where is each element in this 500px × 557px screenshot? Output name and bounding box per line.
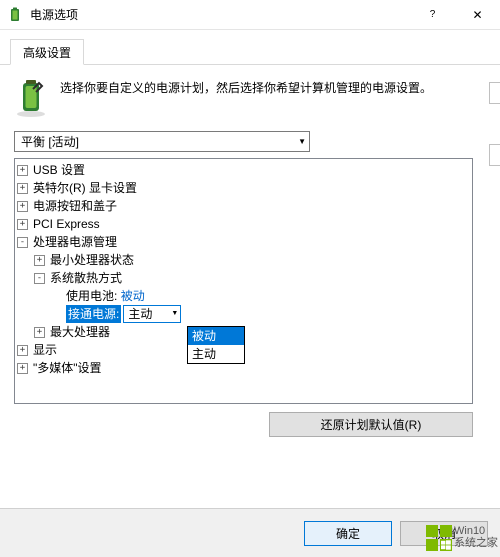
restore-row: 还原计划默认值(R) — [14, 412, 473, 437]
chevron-down-icon: ▼ — [298, 137, 306, 146]
dropdown-option-active[interactable]: 主动 — [188, 345, 244, 363]
expand-icon[interactable]: + — [17, 201, 28, 212]
header-row: 选择你要自定义的电源计划，然后选择你希望计算机管理的电源设置。 — [14, 77, 486, 117]
collapse-icon[interactable]: - — [34, 273, 45, 284]
settings-tree[interactable]: + USB 设置 + 英特尔(R) 显卡设置 + 电源按钮和盖子 — [14, 158, 473, 404]
expand-icon[interactable]: + — [34, 327, 45, 338]
setting-value-link[interactable]: 被动 — [121, 287, 145, 305]
expand-icon[interactable]: + — [17, 345, 28, 356]
power-plan-select[interactable]: 平衡 [活动] ▼ — [14, 131, 310, 152]
tree-node-min-proc-state[interactable]: + 最小处理器状态 — [34, 251, 470, 269]
dropdown-option-passive[interactable]: 被动 — [188, 327, 244, 345]
tree-node-cooling-plugged[interactable]: 接通电源: 主动 ▼ — [51, 305, 470, 323]
chevron-down-icon: ▼ — [171, 305, 178, 323]
expand-icon[interactable]: + — [17, 363, 28, 374]
tree-node-max-proc-state[interactable]: + 最大处理器 — [34, 323, 470, 341]
restore-defaults-button[interactable]: 还原计划默认值(R) — [269, 412, 473, 437]
expand-icon[interactable]: + — [34, 255, 45, 266]
tree-node-usb[interactable]: + USB 设置 — [17, 161, 470, 179]
expand-icon[interactable]: + — [17, 183, 28, 194]
setting-key: 使用电池 — [66, 287, 114, 305]
titlebar: 电源选项 ? ✕ — [0, 0, 500, 30]
tree-node-cooling-policy[interactable]: - 系统散热方式 — [34, 269, 470, 287]
cancel-button[interactable]: 取消 — [400, 521, 488, 546]
expand-icon[interactable]: + — [17, 165, 28, 176]
battery-app-icon — [8, 7, 24, 23]
dialog-footer: 确定 取消 — [0, 508, 500, 557]
cooling-plugged-select[interactable]: 主动 ▼ — [123, 305, 181, 323]
collapse-icon[interactable]: - — [17, 237, 28, 248]
tree-node-intel-gfx[interactable]: + 英特尔(R) 显卡设置 — [17, 179, 470, 197]
background-artifact — [490, 70, 500, 190]
select-value: 主动 — [128, 305, 152, 323]
tree-node-power-buttons[interactable]: + 电源按钮和盖子 — [17, 197, 470, 215]
expand-icon[interactable]: + — [17, 219, 28, 230]
window-title: 电源选项 — [30, 6, 410, 23]
tree-node-cpu-power[interactable]: - 处理器电源管理 — [17, 233, 470, 251]
setting-key-selected: 接通电源: — [66, 305, 121, 323]
header-text: 选择你要自定义的电源计划，然后选择你希望计算机管理的电源设置。 — [60, 77, 432, 98]
tree-node-pci-express[interactable]: + PCI Express — [17, 215, 470, 233]
power-options-dialog: 电源选项 ? ✕ 高级设置 选择你要自定义的电源计划，然后选择你希望计算机管理的… — [0, 0, 500, 557]
ok-button[interactable]: 确定 — [304, 521, 392, 546]
tab-strip: 高级设置 — [0, 36, 500, 65]
cooling-plugged-dropdown[interactable]: 被动 主动 — [187, 326, 245, 364]
battery-large-icon — [14, 77, 48, 117]
power-plan-value: 平衡 [活动] — [21, 133, 79, 150]
tree-node-cooling-battery[interactable]: 使用电池: 被动 — [51, 287, 470, 305]
tab-panel: 选择你要自定义的电源计划，然后选择你希望计算机管理的电源设置。 平衡 [活动] … — [0, 65, 500, 437]
help-button[interactable]: ? — [410, 0, 455, 30]
tab-advanced[interactable]: 高级设置 — [10, 39, 84, 65]
close-button[interactable]: ✕ — [455, 0, 500, 30]
